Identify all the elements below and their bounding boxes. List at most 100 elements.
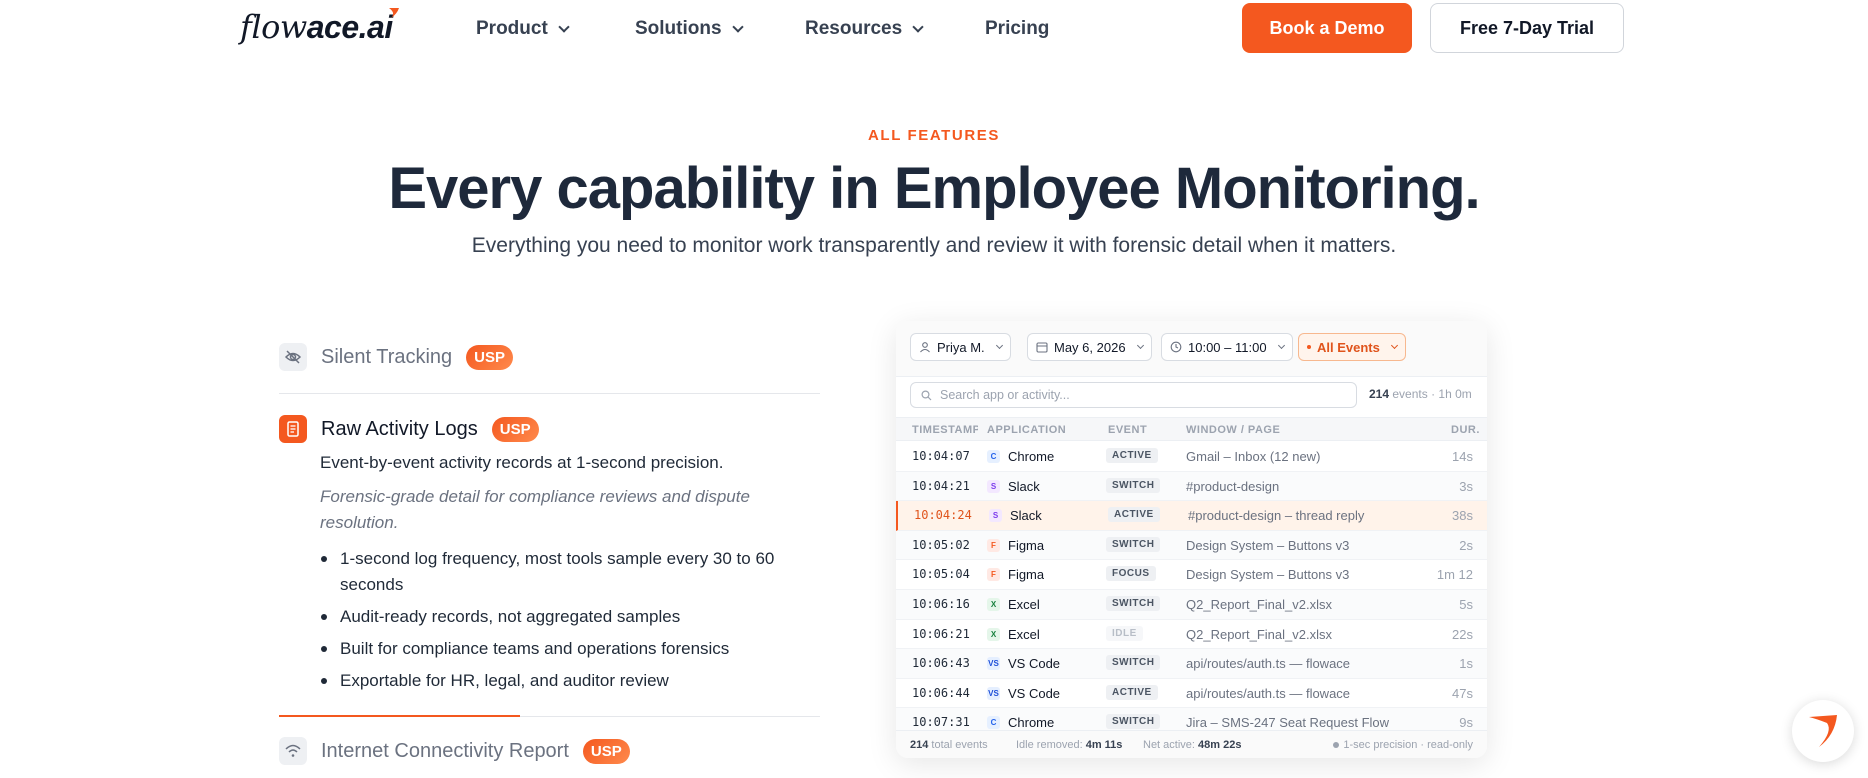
chevron-down-icon	[1277, 341, 1285, 350]
feature-progress-bar	[279, 715, 520, 717]
bullet-item: Audit-ready records, not aggregated samp…	[320, 604, 800, 630]
activity-log-panel: Priya M. May 6, 2026 10:00 – 11:00 All E…	[896, 321, 1487, 758]
footer-net: Net active: 48m 22s	[1143, 739, 1241, 751]
date-filter-value: May 6, 2026	[1054, 339, 1126, 355]
filter-dot-icon	[1307, 345, 1311, 349]
cell-duration: 22s	[1452, 626, 1473, 642]
footer-net-value: 48m 22s	[1198, 739, 1242, 751]
footer-net-label: Net active:	[1143, 739, 1195, 751]
cell-duration: 3s	[1459, 478, 1473, 494]
feature-silent-tracking[interactable]: Silent Tracking USP	[279, 343, 514, 371]
cell-window: #product-design	[1186, 478, 1280, 494]
event-badge: SWITCH	[1106, 655, 1161, 671]
usp-badge: USP	[582, 738, 630, 764]
event-badge: SWITCH	[1106, 595, 1161, 611]
footer-idle-value: 4m 11s	[1085, 739, 1123, 751]
table-row[interactable]: 10:04:07 C Chrome ACTIVE Gmail – Inbox (12 n…	[896, 442, 1487, 472]
app-badge-icon: X	[987, 627, 1000, 641]
table-row[interactable]: 10:05:04 F Figma FOCUS Design System – Butto…	[896, 560, 1487, 590]
clock-icon	[1170, 341, 1182, 353]
feature-internet-connectivity[interactable]: Internet Connectivity Report USP	[279, 737, 630, 765]
app-name: Figma	[1008, 537, 1045, 553]
chevron-down-icon	[1390, 341, 1398, 350]
col-event[interactable]: EVENT	[1108, 424, 1147, 436]
app-name: Excel	[1008, 626, 1040, 642]
footer-total-value: 214	[910, 739, 929, 751]
cell-application: F Figma	[987, 538, 1044, 553]
cell-window: Design System – Buttons v3	[1186, 537, 1350, 553]
cell-timestamp: 10:05:02	[912, 537, 970, 552]
cell-application: C Chrome	[987, 449, 1054, 464]
footer-total: 214 total events	[910, 739, 988, 751]
nav-resources[interactable]: Resources	[805, 18, 924, 40]
search-icon	[921, 389, 932, 400]
event-count-suffix: events · 1h 0m	[1392, 387, 1472, 401]
cell-timestamp: 10:06:16	[912, 596, 970, 611]
event-badge: ACTIVE	[1108, 507, 1160, 523]
feature-bullets: 1-second log frequency, most tools sampl…	[320, 546, 800, 700]
event-badge: FOCUS	[1106, 566, 1156, 582]
bullet-item: 1-second log frequency, most tools sampl…	[320, 546, 800, 598]
time-filter[interactable]: 10:00 – 11:00	[1161, 333, 1293, 361]
cell-window: Q2_Report_Final_v2.xlsx	[1186, 626, 1332, 642]
table-row[interactable]: 10:06:16 X Excel SWITCH Q2_Report_Final_v2.x…	[896, 589, 1487, 620]
top-nav: flowace.ai Product Solutions Resources P…	[0, 0, 1868, 60]
table-row[interactable]: 10:05:02 F Figma SWITCH Design System – Butt…	[896, 530, 1487, 561]
flowace-logo[interactable]: flowace.ai	[240, 8, 399, 46]
table-row[interactable]: 10:04:21 S Slack SWITCH #product-design 3s	[896, 471, 1487, 502]
date-filter[interactable]: May 6, 2026	[1027, 333, 1152, 361]
app-badge-icon: X	[987, 597, 1000, 611]
cell-application: VS VS Code	[987, 656, 1060, 671]
search-placeholder: Search app or activity...	[940, 388, 1070, 402]
bullet-item: Built for compliance teams and operation…	[320, 636, 800, 662]
chevron-down-icon	[912, 20, 924, 33]
event-badge: SWITCH	[1106, 536, 1161, 552]
logo-text-ace: ace.ai	[306, 9, 393, 45]
nav-pricing[interactable]: Pricing	[985, 18, 1049, 40]
user-filter[interactable]: Priya M.	[910, 333, 1011, 361]
footer-precision-label: 1-sec precision · read-only	[1343, 739, 1473, 751]
chat-launcher-button[interactable]	[1792, 700, 1854, 762]
col-window[interactable]: WINDOW / PAGE	[1186, 424, 1280, 436]
nav-solutions-label: Solutions	[635, 18, 722, 39]
log-search-input[interactable]: Search app or activity...	[910, 382, 1357, 408]
nav-product[interactable]: Product	[476, 18, 570, 40]
nav-solutions[interactable]: Solutions	[635, 18, 744, 40]
cell-window: Q2_Report_Final_v2.xlsx	[1186, 596, 1332, 612]
cell-timestamp: 10:07:31	[912, 715, 970, 730]
feature-title: Internet Connectivity Report	[321, 739, 569, 762]
col-application[interactable]: APPLICATION	[987, 424, 1066, 436]
event-badge: ACTIVE	[1106, 684, 1158, 700]
event-badge: SWITCH	[1106, 477, 1161, 493]
cell-timestamp: 10:04:21	[912, 478, 970, 493]
nav-pricing-label: Pricing	[985, 18, 1050, 39]
usp-badge: USP	[466, 344, 514, 370]
cell-timestamp: 10:04:24	[914, 508, 972, 523]
cell-duration: 47s	[1452, 685, 1473, 701]
table-row[interactable]: 10:04:24 S Slack ACTIVE #product-design – th…	[896, 501, 1487, 531]
events-filter-value: All Events	[1317, 339, 1380, 355]
app-name: Excel	[1008, 596, 1040, 612]
feature-raw-activity-logs[interactable]: Raw Activity Logs USP	[279, 415, 539, 443]
event-count: 214 events · 1h 0m	[1369, 387, 1472, 401]
table-row[interactable]: 10:06:43 VS VS Code SWITCH api/routes/auth.t…	[896, 649, 1487, 679]
free-trial-button[interactable]: Free 7-Day Trial	[1430, 3, 1624, 53]
events-filter[interactable]: All Events	[1298, 333, 1406, 361]
book-demo-button[interactable]: Book a Demo	[1242, 3, 1412, 53]
col-timestamp[interactable]: TIMESTAMP	[912, 424, 978, 436]
logo-swoosh-icon	[388, 8, 399, 18]
event-count-value: 214	[1369, 387, 1390, 401]
col-duration[interactable]: DUR.	[1451, 424, 1480, 436]
cell-duration: 1s	[1459, 656, 1473, 672]
feature-description: Event-by-event activity records at 1-sec…	[320, 453, 724, 472]
section-eyebrow: ALL FEATURES	[868, 127, 1000, 144]
page-title: Every capability in Employee Monitoring.	[388, 156, 1480, 221]
table-row[interactable]: 10:06:21 X Excel IDLE Q2_Report_Final_v2.xls…	[896, 620, 1487, 650]
table-row[interactable]: 10:06:44 VS VS Code ACTIVE api/routes/auth.t…	[896, 679, 1487, 709]
cell-timestamp: 10:04:07	[912, 449, 970, 463]
event-badge: ACTIVE	[1106, 448, 1158, 463]
app-badge-icon: S	[987, 479, 1000, 493]
cell-timestamp: 10:06:43	[912, 656, 970, 671]
cell-application: VS VS Code	[987, 686, 1060, 701]
feature-divider	[279, 393, 820, 394]
